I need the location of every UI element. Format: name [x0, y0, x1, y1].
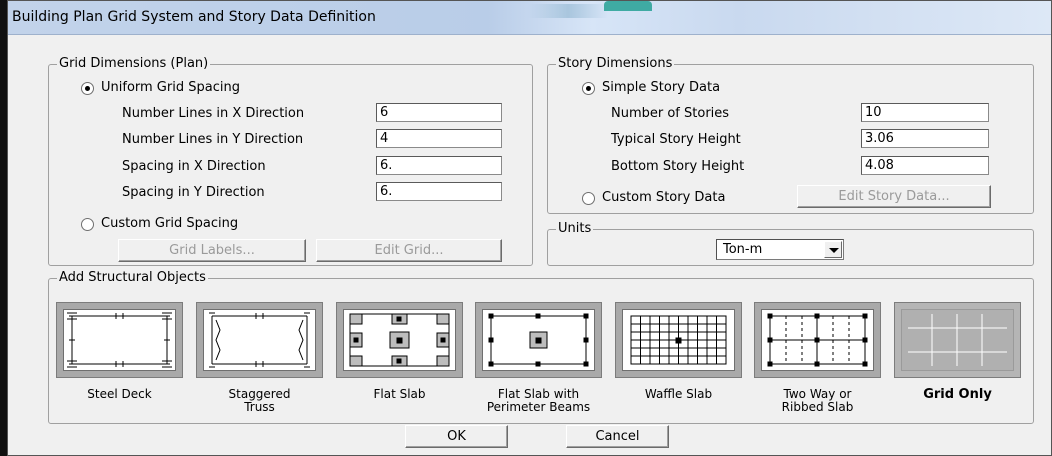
waffle-slab-label: Waffle Slab: [644, 387, 713, 401]
structural-objects-legend: Add Structural Objects: [57, 270, 208, 285]
radio-selected-dot: [85, 86, 90, 91]
spacing-y-input[interactable]: 6.: [376, 182, 502, 201]
edit-grid-button[interactable]: Edit Grid...: [316, 239, 502, 262]
grid-only-label: Grid Only: [923, 387, 992, 402]
flat-slab-icon: [343, 309, 456, 371]
cancel-button[interactable]: Cancel: [566, 425, 669, 448]
spacing-y-label: Spacing in Y Direction: [122, 185, 265, 200]
grid-labels-button[interactable]: Grid Labels...: [118, 239, 306, 262]
staggered-truss-tile[interactable]: [196, 302, 323, 378]
story-dimensions-group: Story Dimensions Simple Story Data Numbe…: [547, 56, 1034, 214]
grid-only-tile[interactable]: [894, 302, 1021, 378]
staggered-truss-label: Staggered Truss: [228, 387, 291, 414]
number-of-stories-input[interactable]: 10: [861, 103, 989, 122]
flat-slab-perimeter-beams-tile[interactable]: [475, 302, 602, 378]
number-lines-x-input[interactable]: 6: [376, 103, 502, 122]
units-selected-value: Ton-m: [723, 242, 763, 257]
dialog-body: Grid Dimensions (Plan) Uniform Grid Spac…: [8, 35, 1051, 455]
title-bar[interactable]: Building Plan Grid System and Story Data…: [8, 1, 1051, 35]
flat-slab-tile[interactable]: [336, 302, 463, 378]
number-of-stories-label: Number of Stories: [611, 106, 730, 121]
bottom-story-height-input[interactable]: 4.08: [861, 156, 989, 175]
steel-deck-icon: [63, 309, 176, 371]
custom-grid-spacing-label[interactable]: Custom Grid Spacing: [101, 216, 238, 231]
typical-story-height-label: Typical Story Height: [611, 132, 741, 147]
spacing-x-label: Spacing in X Direction: [122, 159, 266, 174]
grid-dimensions-legend: Grid Dimensions (Plan): [57, 56, 211, 71]
title-bar-decoration: [604, 1, 652, 11]
dialog-window: Building Plan Grid System and Story Data…: [7, 0, 1052, 456]
simple-story-data-radio[interactable]: [582, 82, 595, 95]
custom-story-data-label[interactable]: Custom Story Data: [602, 190, 725, 205]
staggered-truss-icon: [203, 309, 316, 371]
ribbed-slab-label: Two Way or Ribbed Slab: [781, 387, 854, 414]
number-lines-y-input[interactable]: 4: [376, 129, 502, 148]
ok-button[interactable]: OK: [405, 425, 508, 448]
waffle-slab-icon: [622, 309, 735, 371]
grid-only-icon: [901, 309, 1014, 371]
uniform-grid-spacing-radio[interactable]: [81, 82, 94, 95]
ribbed-slab-icon: [761, 309, 874, 371]
custom-story-data-radio[interactable]: [582, 192, 595, 205]
radio-selected-dot: [586, 86, 591, 91]
bottom-story-height-label: Bottom Story Height: [611, 159, 745, 174]
structural-objects-group: Add Structural Objects Steel Deck Stagge…: [48, 270, 1034, 424]
spacing-x-input[interactable]: 6.: [376, 156, 502, 175]
story-dimensions-legend: Story Dimensions: [556, 56, 675, 71]
waffle-slab-tile[interactable]: [615, 302, 742, 378]
units-legend: Units: [556, 221, 594, 236]
window-left-edge: [0, 0, 7, 456]
steel-deck-label: Steel Deck: [87, 387, 152, 401]
ribbed-slab-tile[interactable]: [754, 302, 881, 378]
uniform-grid-spacing-label[interactable]: Uniform Grid Spacing: [101, 80, 240, 95]
grid-dimensions-group: Grid Dimensions (Plan) Uniform Grid Spac…: [48, 56, 533, 266]
edit-story-data-button[interactable]: Edit Story Data...: [797, 185, 991, 208]
units-group: Units Ton-m: [547, 221, 1034, 266]
chevron-down-icon[interactable]: [824, 241, 842, 258]
flat-slab-perimeter-beams-icon: [482, 309, 595, 371]
number-lines-y-label: Number Lines in Y Direction: [122, 132, 304, 147]
units-select[interactable]: Ton-m: [716, 239, 844, 260]
simple-story-data-label[interactable]: Simple Story Data: [602, 80, 720, 95]
number-lines-x-label: Number Lines in X Direction: [122, 106, 305, 121]
custom-grid-spacing-radio[interactable]: [81, 218, 94, 231]
window-title: Building Plan Grid System and Story Data…: [12, 9, 376, 25]
flat-slab-label: Flat Slab: [373, 387, 426, 401]
title-bar-glare: [528, 4, 608, 18]
steel-deck-tile[interactable]: [56, 302, 183, 378]
typical-story-height-input[interactable]: 3.06: [861, 129, 989, 148]
flat-slab-perimeter-beams-label: Flat Slab with Perimeter Beams: [486, 387, 591, 414]
